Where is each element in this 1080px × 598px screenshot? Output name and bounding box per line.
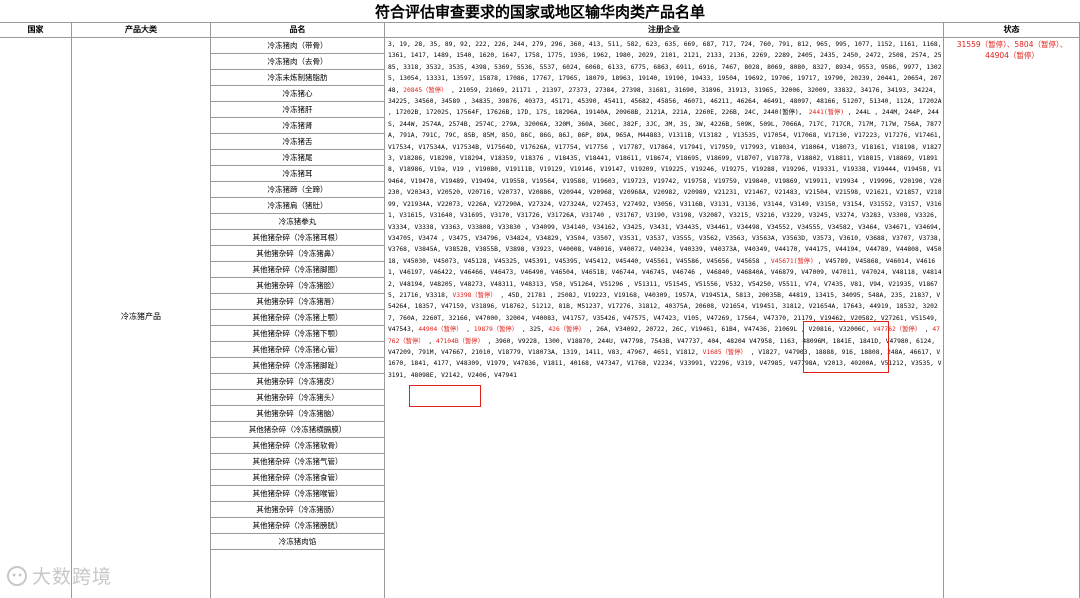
header-status: 状态 xyxy=(1003,25,1020,34)
product-row: 冷冻未炼制猪脂肪 xyxy=(211,70,384,86)
product-row: 冷冻猪肉（去骨） xyxy=(211,54,384,70)
product-row: 冷冻猪拳丸 xyxy=(211,214,384,230)
product-row: 其他猪杂碎（冷冻猪心管） xyxy=(211,342,384,358)
product-row: 其他猪杂碎（冷冻猪脚趾） xyxy=(211,358,384,374)
product-row: 其他猪杂碎（冷冻猪横膈膜） xyxy=(211,422,384,438)
status-line: 31559（暂停）、5804（暂停）、 xyxy=(956,40,1068,49)
product-row: 其他猪杂碎（冷冻猪膀胱） xyxy=(211,518,384,534)
product-row: 冷冻猪蹄（全蹄） xyxy=(211,182,384,198)
suspended-enterprise: 47104B（暂停） xyxy=(435,337,484,345)
product-row: 冷冻猪心 xyxy=(211,86,384,102)
suspended-enterprise: 44904（暂停） xyxy=(418,326,463,334)
product-list: 冷冻猪肉（带骨） 冷冻猪肉（去骨） 冷冻未炼制猪脂肪 冷冻猪心 冷冻猪肝 冷冻猪肾 冷冻猪舌… xyxy=(211,38,384,550)
product-row: 其他猪杂碎（冷冻猪头） xyxy=(211,390,384,406)
highlight-box xyxy=(803,321,889,373)
page-title: 符合评估审查要求的国家或地区输华肉类产品名单 xyxy=(374,3,705,21)
enterprise-list-text: , xyxy=(462,326,474,334)
product-row: 冷冻猪肝 xyxy=(211,102,384,118)
product-table: 国家 产品大类 品名 注册企业 状态 冷冻猪产品 冷冻猪肉（带骨） 冷冻猪肉（去骨… xyxy=(0,22,1080,598)
enterprise-list-text: , 325, xyxy=(518,326,549,334)
enterprise-list-text: , xyxy=(424,337,436,345)
header-category: 产品大类 xyxy=(125,25,157,34)
row-divider xyxy=(0,37,1080,38)
product-row: 其他猪杂碎（冷冻猪肠） xyxy=(211,502,384,518)
category-cell: 冷冻猪产品 xyxy=(121,312,161,321)
highlight-box xyxy=(409,385,481,407)
suspended-enterprise: 19879（暂停） xyxy=(473,326,519,334)
product-row: 冷冻猪耳 xyxy=(211,166,384,182)
brand-logo-icon xyxy=(7,566,27,586)
column-divider xyxy=(943,22,944,598)
watermark: 大数跨境 xyxy=(6,562,112,589)
suspended-enterprise: V3398（暂停） xyxy=(452,291,497,299)
product-row: 冷冻猪肩（猪肚） xyxy=(211,198,384,214)
product-row: 其他猪杂碎（冷冻猪软骨） xyxy=(211,438,384,454)
product-row: 其他猪杂碎（冷冻猪气管） xyxy=(211,454,384,470)
product-row: 其他猪杂碎（冷冻猪耳根） xyxy=(211,230,384,246)
suspended-enterprise: 20845（暂停） xyxy=(403,86,448,94)
product-row: 其他猪杂碎（冷冻猪下颚） xyxy=(211,326,384,342)
header-product: 品名 xyxy=(289,25,306,34)
product-row: 冷冻猪尾 xyxy=(211,150,384,166)
product-row: 其他猪杂碎（冷冻猪喉管） xyxy=(211,486,384,502)
suspended-enterprise: V45671(暂停) xyxy=(770,257,814,265)
product-row: 冷冻猪肾 xyxy=(211,118,384,134)
status-cell: 31559（暂停）、5804（暂停）、 44904（暂停） xyxy=(946,39,1078,61)
enterprise-list-text: , xyxy=(921,326,933,334)
product-row: 其他猪杂碎（冷冻猪鼻） xyxy=(211,246,384,262)
suspended-enterprise: 2441(暂停) xyxy=(804,109,845,117)
product-row: 其他猪杂碎（冷冻猪唇） xyxy=(211,294,384,310)
header-country: 国家 xyxy=(27,25,44,34)
column-divider xyxy=(384,22,385,598)
product-row: 冷冻猪舌 xyxy=(211,134,384,150)
product-row: 其他猪杂碎（冷冻猪皮） xyxy=(211,374,384,390)
enterprise-list-text: , 244L , 244M, 244P, 244S, 244W, 2574A, … xyxy=(388,109,942,265)
product-row: 其他猪杂碎（冷冻猪脑） xyxy=(211,406,384,422)
watermark-text: 大数跨境 xyxy=(32,566,113,588)
product-row: 冷冻猪肉馅 xyxy=(211,534,384,550)
status-line: 44904（暂停） xyxy=(985,51,1039,60)
product-row: 其他猪杂碎（冷冻猪脚圈） xyxy=(211,262,384,278)
product-row: 其他猪杂碎（冷冻猪上颚） xyxy=(211,310,384,326)
product-row: 其他猪杂碎（冷冻猪脸） xyxy=(211,278,384,294)
suspended-enterprise: 426（暂停） xyxy=(548,326,585,334)
suspended-enterprise: V1685（暂停） xyxy=(702,348,747,356)
product-row: 其他猪杂碎（冷冻猪食管） xyxy=(211,470,384,486)
header-enterprises: 注册企业 xyxy=(648,25,680,34)
product-row: 冷冻猪肉（带骨） xyxy=(211,38,384,54)
